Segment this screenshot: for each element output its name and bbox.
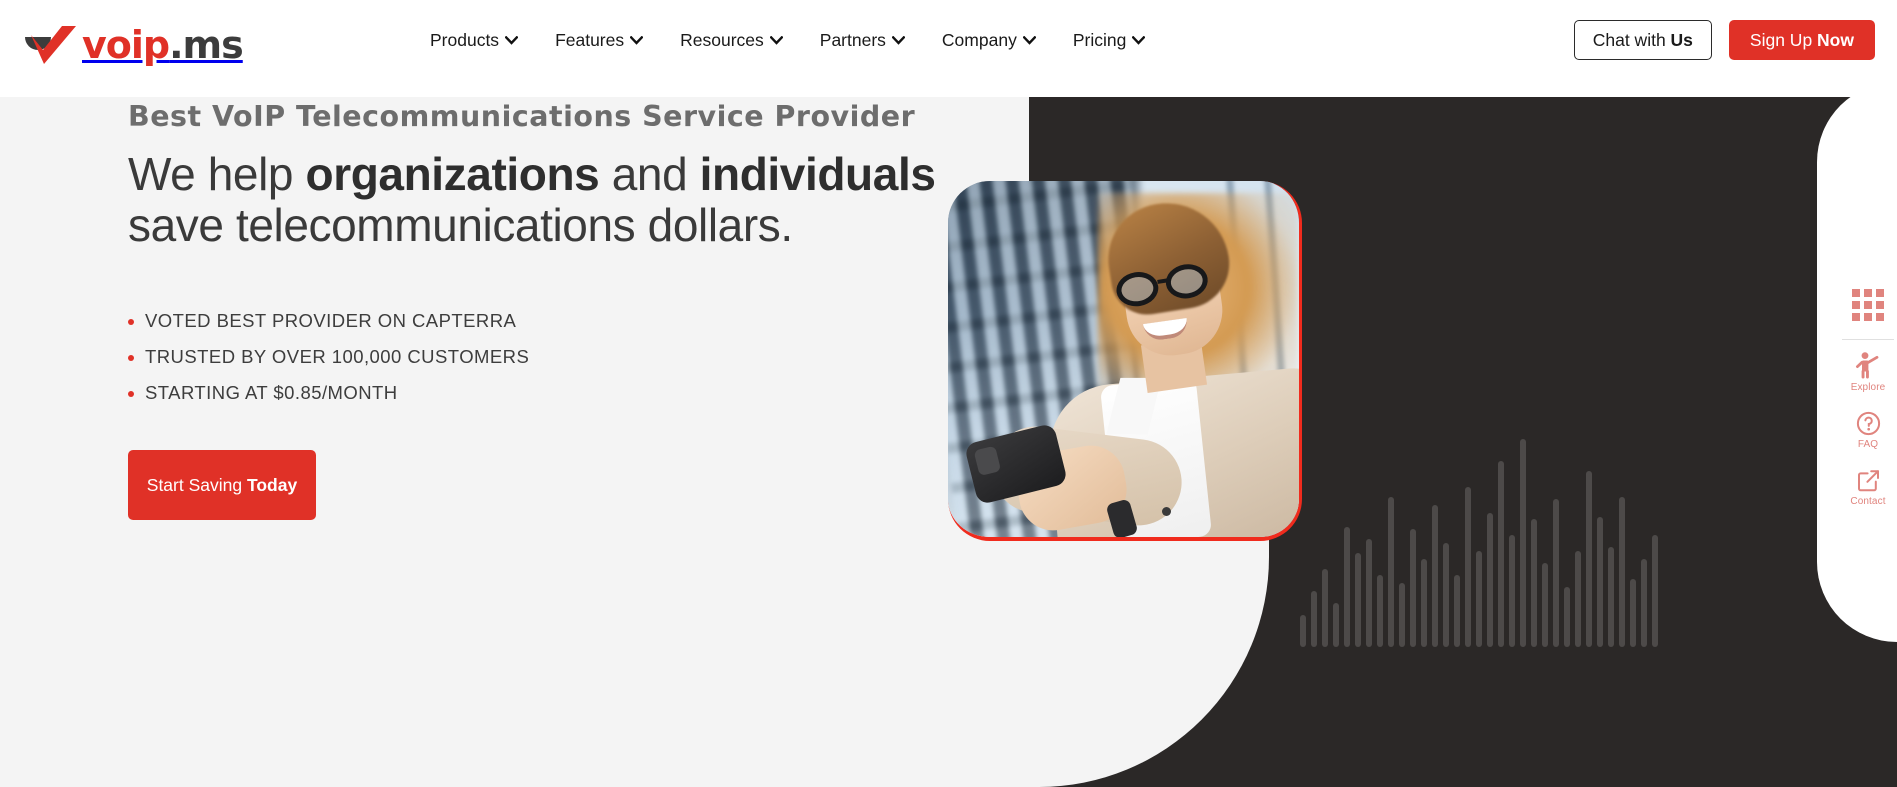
- person-waving-icon: [1856, 352, 1879, 379]
- rail-item-label: Contact: [1850, 496, 1886, 507]
- waveform-bar: [1377, 575, 1383, 647]
- chevron-down-icon: [505, 35, 519, 45]
- waveform-bar: [1509, 535, 1515, 647]
- rail-item-explore[interactable]: Explore: [1839, 340, 1897, 400]
- waveform-bar: [1311, 591, 1317, 647]
- header-actions: Chat with Us Sign Up Now: [1573, 20, 1875, 60]
- nav-label: Resources: [680, 30, 764, 50]
- headline-emphasis-individuals: individuals: [699, 148, 936, 200]
- waveform-bar: [1520, 439, 1526, 647]
- list-item: TRUSTED BY OVER 100,000 CUSTOMERS: [128, 339, 948, 375]
- photo-coat-button: [1162, 507, 1171, 516]
- start-saving-today-button[interactable]: Start Saving Today: [128, 450, 316, 520]
- waveform-bar: [1465, 487, 1471, 647]
- chat-with-us-button[interactable]: Chat with Us: [1573, 20, 1712, 60]
- grid-3x3-icon[interactable]: [1852, 275, 1884, 339]
- waveform-bar: [1300, 615, 1306, 647]
- external-link-icon: [1857, 470, 1879, 492]
- logo-word-secondary: .ms: [169, 23, 244, 67]
- waveform-bar: [1597, 517, 1603, 647]
- waveform-bar: [1388, 497, 1394, 647]
- waveform-bar: [1641, 559, 1647, 647]
- nav-label: Features: [555, 30, 625, 50]
- nav-label: Products: [430, 30, 500, 50]
- hero-text-block: Best VoIP Telecommunications Service Pro…: [128, 96, 948, 520]
- chat-button-text: Chat with: [1592, 30, 1671, 50]
- rail-item-faq[interactable]: FAQ: [1839, 400, 1897, 457]
- page-root: voip.ms Products Features Resources Part…: [0, 0, 1897, 787]
- nav-item-resources[interactable]: Resources: [680, 28, 783, 52]
- chevron-down-icon: [891, 35, 905, 45]
- rail-item-label: Explore: [1850, 382, 1886, 393]
- hero-eyebrow: Best VoIP Telecommunications Service Pro…: [128, 100, 916, 133]
- nav-item-features[interactable]: Features: [555, 28, 644, 52]
- waveform-bar: [1619, 497, 1625, 647]
- cta-text: Start Saving: [146, 474, 247, 495]
- signup-button-text: Sign Up: [1749, 30, 1818, 50]
- waveform-bar: [1421, 559, 1427, 647]
- voipms-checkmark-icon: [25, 26, 76, 64]
- main-navigation: Products Features Resources Partners Com…: [430, 28, 1146, 52]
- waveform-bar: [1487, 513, 1493, 647]
- nav-item-company[interactable]: Company: [942, 28, 1036, 52]
- audio-waveform-graphic: [1300, 417, 1845, 647]
- nav-label: Pricing: [1072, 30, 1127, 50]
- headline-line-2: save telecommunications dollars.: [128, 199, 793, 251]
- waveform-bar: [1652, 535, 1658, 647]
- waveform-bar: [1608, 547, 1614, 647]
- logo-word-primary: voip: [82, 23, 170, 67]
- nav-item-products[interactable]: Products: [430, 28, 519, 52]
- waveform-bar: [1344, 527, 1350, 647]
- headline-part-2: and: [599, 148, 700, 200]
- nav-label: Partners: [819, 30, 886, 50]
- logo-wordmark: voip.ms: [82, 23, 244, 67]
- waveform-bar: [1498, 461, 1504, 647]
- logo-link[interactable]: voip.ms: [22, 20, 244, 70]
- waveform-bar: [1333, 603, 1339, 647]
- waveform-bar: [1542, 563, 1548, 647]
- question-circle-icon: [1856, 411, 1880, 436]
- list-item: STARTING AT $0.85/MONTH: [128, 375, 948, 411]
- rail-item-label: FAQ: [1857, 439, 1879, 450]
- site-header: voip.ms Products Features Resources Part…: [0, 0, 1897, 97]
- waveform-bar: [1476, 551, 1482, 647]
- headline-emphasis-organizations: organizations: [305, 148, 600, 200]
- nav-item-partners[interactable]: Partners: [820, 28, 905, 52]
- waveform-bar: [1553, 499, 1559, 647]
- hero-photo: [948, 181, 1299, 537]
- waveform-bar: [1531, 519, 1537, 647]
- chat-button-text-bold: Us: [1670, 30, 1693, 50]
- nav-item-pricing[interactable]: Pricing: [1073, 28, 1146, 52]
- chevron-down-icon: [1022, 35, 1036, 45]
- chevron-down-icon: [1132, 35, 1146, 45]
- headline-part-1: We help: [128, 148, 306, 200]
- list-item: VOTED BEST PROVIDER ON CAPTERRA: [128, 303, 948, 339]
- waveform-bar: [1410, 529, 1416, 647]
- signup-button-text-bold: Now: [1817, 30, 1854, 50]
- waveform-bar: [1322, 569, 1328, 647]
- chevron-down-icon: [769, 35, 783, 45]
- hero-photo-card: [948, 181, 1302, 541]
- waveform-bar: [1630, 579, 1636, 647]
- waveform-bar: [1454, 575, 1460, 647]
- waveform-bar: [1443, 543, 1449, 647]
- waveform-bar: [1432, 505, 1438, 647]
- waveform-bar: [1586, 471, 1592, 647]
- waveform-bar: [1564, 587, 1570, 647]
- hero-benefit-list: VOTED BEST PROVIDER ON CAPTERRA TRUSTED …: [128, 303, 948, 411]
- waveform-bar: [1575, 551, 1581, 647]
- waveform-bar: [1355, 553, 1361, 647]
- cta-text-bold: Today: [246, 474, 298, 495]
- sign-up-now-button[interactable]: Sign Up Now: [1728, 20, 1875, 60]
- rail-item-contact[interactable]: Contact: [1839, 457, 1897, 514]
- hero-headline: We help organizations and individuals sa…: [128, 149, 948, 251]
- waveform-bar: [1366, 539, 1372, 647]
- waveform-bar: [1399, 583, 1405, 647]
- nav-label: Company: [941, 30, 1017, 50]
- chevron-down-icon: [630, 35, 644, 45]
- right-side-rail: Explore FAQ Contact: [1839, 275, 1897, 514]
